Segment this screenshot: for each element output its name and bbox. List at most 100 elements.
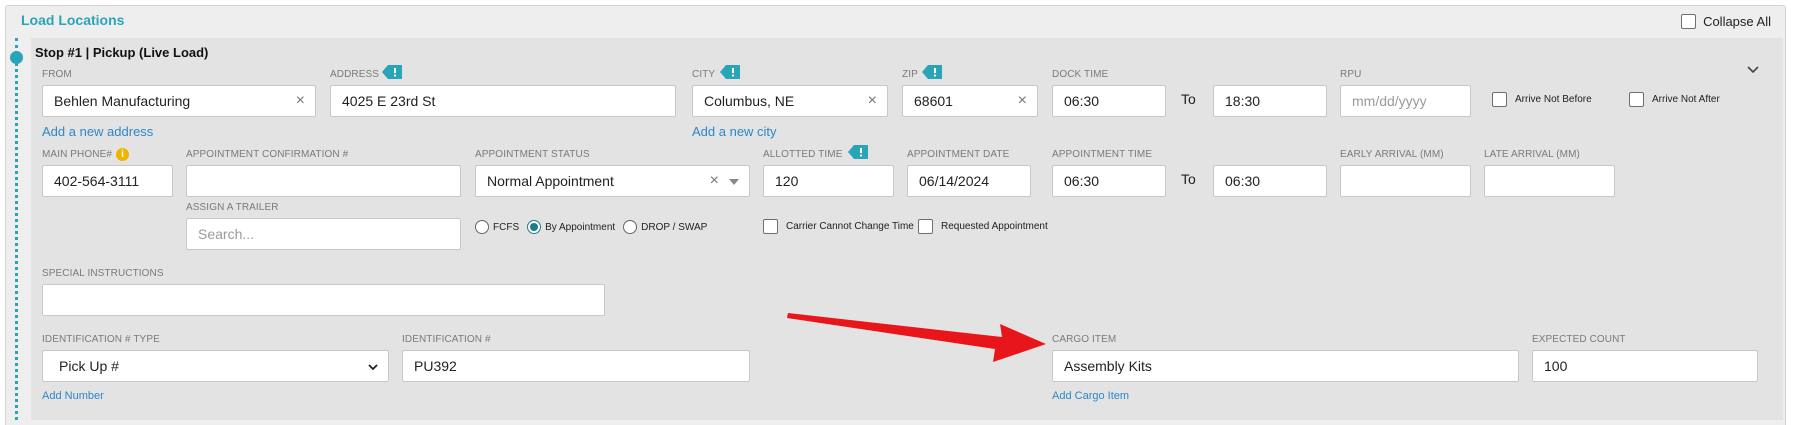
address-value: 4025 E 23rd St [342, 93, 436, 109]
dock-time-to-label: To [1181, 91, 1196, 107]
city-field[interactable]: Columbus, NE × [692, 85, 888, 117]
appointment-status-label: APPOINTMENT STATUS [475, 149, 590, 160]
clear-icon[interactable]: × [296, 92, 305, 110]
zip-field[interactable]: 68601 × [902, 85, 1038, 117]
appointment-date-field[interactable]: 06/14/2024 [907, 165, 1031, 197]
allotted-time-label: ALLOTTED TIME [763, 149, 843, 160]
identification-number-label: IDENTIFICATION # [402, 334, 491, 345]
add-cargo-item-link[interactable]: Add Cargo Item [1052, 390, 1129, 402]
special-instructions-label: SPECIAL INSTRUCTIONS [42, 268, 164, 279]
identification-type-value: Pick Up # [59, 358, 119, 374]
collapse-all-toggle[interactable]: Collapse All [1681, 14, 1771, 29]
radio-fcfs-circle[interactable] [475, 220, 489, 234]
dock-time-to-value: 18:30 [1225, 93, 1261, 109]
appointment-status-select[interactable]: Normal Appointment × [475, 165, 750, 197]
rpu-label: RPU [1340, 69, 1362, 80]
stop-title: Stop #1 | Pickup (Live Load) [35, 45, 209, 60]
appointment-time-from-value: 06:30 [1064, 173, 1100, 189]
radio-by-appointment-circle[interactable] [527, 220, 542, 234]
radio-drop-swap-label: DROP / SWAP [641, 221, 708, 233]
address-label: ADDRESS [330, 69, 380, 80]
radio-drop-swap-circle[interactable] [623, 220, 638, 234]
tag-info-icon [720, 65, 740, 79]
expected-count-label: EXPECTED COUNT [1532, 334, 1626, 345]
late-arrival-field[interactable] [1484, 165, 1615, 197]
requested-appointment-checkbox[interactable]: Requested Appointment [918, 219, 1048, 234]
late-arrival-label: LATE ARRIVAL (MM) [1484, 149, 1580, 160]
cargo-item-value: Assembly Kits [1064, 358, 1152, 374]
dropdown-caret-icon[interactable] [729, 179, 739, 185]
appointment-date-value: 06/14/2024 [919, 173, 990, 189]
appointment-time-label: APPOINTMENT TIME [1052, 149, 1153, 160]
expected-count-field[interactable]: 100 [1532, 350, 1758, 382]
zip-value: 68601 [914, 93, 953, 109]
assign-trailer-label: ASSIGN A TRAILER [186, 202, 279, 213]
appointment-time-from-field[interactable]: 06:30 [1052, 165, 1166, 197]
dock-time-from-value: 06:30 [1064, 93, 1100, 109]
arrive-not-after-label: Arrive Not After [1652, 94, 1720, 105]
add-address-link[interactable]: Add a new address [42, 124, 153, 139]
section-title: Load Locations [21, 12, 125, 28]
appointment-type-radio-group: FCFS By Appointment DROP / SWAP [475, 220, 715, 234]
requested-appointment-box[interactable] [918, 219, 933, 234]
identification-number-field[interactable]: PU392 [402, 350, 750, 382]
rpu-date-field[interactable]: mm/dd/yyyy [1340, 85, 1471, 117]
from-label: FROM [42, 69, 72, 80]
identification-type-select[interactable]: Pick Up # [42, 350, 389, 382]
rpu-placeholder: mm/dd/yyyy [1352, 93, 1427, 109]
collapse-all-label: Collapse All [1703, 14, 1771, 29]
trailer-search-placeholder: Search... [198, 226, 255, 242]
tag-info-icon [382, 65, 402, 79]
main-phone-label: MAIN PHONE# [42, 149, 113, 160]
trailer-search-input[interactable]: Search... [186, 218, 461, 250]
dock-time-label: DOCK TIME [1052, 69, 1109, 80]
dock-time-from-field[interactable]: 06:30 [1052, 85, 1166, 117]
cargo-item-field[interactable]: Assembly Kits [1052, 350, 1519, 382]
appointment-time-to-field[interactable]: 06:30 [1213, 165, 1327, 197]
city-label: CITY [692, 69, 716, 80]
radio-fcfs-label: FCFS [493, 221, 520, 233]
carrier-cannot-change-time-label: Carrier Cannot Change Time [786, 221, 914, 232]
radio-by-appointment-label: By Appointment [545, 221, 616, 233]
identification-number-value: PU392 [414, 358, 457, 374]
main-phone-value: 402-564-3111 [54, 173, 140, 189]
carrier-cannot-change-time-checkbox[interactable]: Carrier Cannot Change Time [763, 219, 914, 234]
collapse-all-checkbox[interactable] [1681, 14, 1697, 29]
timeline-line [15, 38, 18, 420]
main-phone-field[interactable]: 402-564-3111 [42, 165, 173, 197]
appointment-confirmation-label: APPOINTMENT CONFIRMATION # [186, 149, 349, 160]
allotted-time-value: 120 [775, 173, 799, 189]
appointment-status-value: Normal Appointment [487, 173, 614, 189]
tag-info-icon [848, 145, 868, 159]
radio-fcfs[interactable]: FCFS [475, 220, 519, 234]
clear-icon[interactable]: × [868, 92, 877, 110]
arrive-not-before-box[interactable] [1492, 92, 1507, 107]
clear-icon[interactable]: × [1018, 92, 1027, 110]
early-arrival-label: EARLY ARRIVAL (MM) [1340, 149, 1444, 160]
clear-icon[interactable]: × [710, 172, 719, 190]
zip-label: ZIP [902, 69, 918, 80]
appointment-time-to-value: 06:30 [1225, 173, 1261, 189]
appointment-confirmation-field[interactable] [186, 165, 461, 197]
arrive-not-after-checkbox[interactable]: Arrive Not After [1629, 92, 1720, 107]
info-icon: i [116, 148, 129, 161]
chevron-down-icon[interactable] [367, 361, 379, 373]
add-city-link[interactable]: Add a new city [692, 124, 777, 139]
add-number-link[interactable]: Add Number [42, 390, 104, 402]
address-field[interactable]: 4025 E 23rd St [330, 85, 676, 117]
dock-time-to-field[interactable]: 18:30 [1213, 85, 1327, 117]
from-field[interactable]: Behlen Manufacturing × [42, 85, 316, 117]
early-arrival-field[interactable] [1340, 165, 1471, 197]
radio-by-appointment[interactable]: By Appointment [527, 220, 615, 234]
arrive-not-after-box[interactable] [1629, 92, 1644, 107]
carrier-cannot-change-time-box[interactable] [763, 219, 778, 234]
requested-appointment-label: Requested Appointment [941, 221, 1048, 232]
appointment-date-label: APPOINTMENT DATE [907, 149, 1010, 160]
cargo-item-label: CARGO ITEM [1052, 334, 1117, 345]
radio-drop-swap[interactable]: DROP / SWAP [623, 220, 707, 234]
arrive-not-before-checkbox[interactable]: Arrive Not Before [1492, 92, 1592, 107]
special-instructions-field[interactable] [42, 284, 605, 316]
allotted-time-field[interactable]: 120 [763, 165, 894, 197]
appointment-time-to-label: To [1181, 171, 1196, 187]
chevron-down-icon[interactable] [1745, 62, 1761, 78]
